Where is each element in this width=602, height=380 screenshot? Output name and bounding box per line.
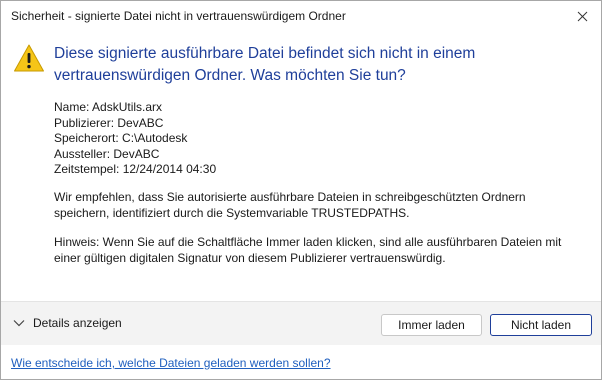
file-info: Name: AdskUtils.arx Publizierer: DevABC … (54, 100, 584, 178)
file-name: Name: AdskUtils.arx (54, 100, 163, 114)
details-toggle[interactable]: Details anzeigen (13, 316, 122, 330)
always-load-button[interactable]: Immer laden (381, 314, 482, 336)
title-bar: Sicherheit - signierte Datei nicht in ve… (1, 1, 601, 31)
window-title: Sicherheit - signierte Datei nicht in ve… (11, 9, 346, 23)
do-not-load-button[interactable]: Nicht laden (490, 314, 592, 336)
button-bar: Details anzeigen Immer laden Nicht laden (1, 301, 601, 345)
chevron-down-icon (13, 320, 25, 327)
hint-text: Hinweis: Wenn Sie auf die Schaltfläche I… (54, 235, 562, 265)
close-button[interactable] (571, 6, 593, 26)
help-area: Wie entscheide ich, welche Dateien gelad… (1, 345, 601, 379)
file-timestamp: Zeitstempel: 12/24/2014 04:30 (54, 162, 217, 176)
warning-icon (14, 44, 44, 72)
file-issuer: Aussteller: DevABC (54, 146, 160, 161)
file-location: Speicherort: C:\Autodesk (54, 131, 188, 145)
close-icon (577, 11, 587, 21)
dialog-window: Sicherheit - signierte Datei nicht in ve… (0, 0, 602, 380)
dialog-headline: Diese signierte ausführbare Datei befind… (54, 45, 476, 84)
recommendation-text: Wir empfehlen, dass Sie autorisierte aus… (54, 190, 526, 220)
details-label: Details anzeigen (33, 316, 122, 330)
file-publisher: Publizierer: DevABC (54, 115, 164, 130)
help-link[interactable]: Wie entscheide ich, welche Dateien gelad… (11, 356, 331, 370)
